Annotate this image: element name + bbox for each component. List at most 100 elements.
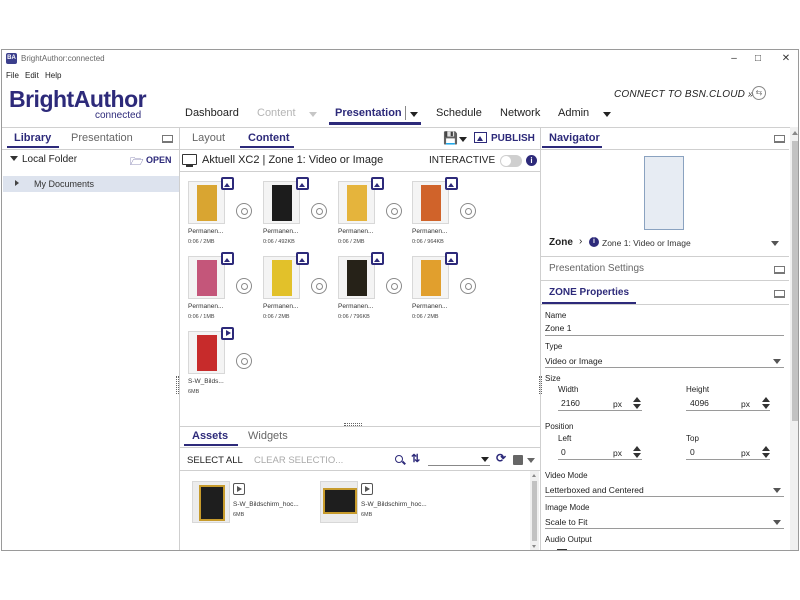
- content-thumbnail[interactable]: [263, 181, 300, 224]
- width-field[interactable]: 2160: [561, 398, 580, 408]
- tab-widgets[interactable]: Widgets: [248, 430, 288, 442]
- zone-properties-collapse-icon[interactable]: [774, 290, 785, 298]
- content-thumbnail[interactable]: [338, 256, 375, 299]
- close-icon[interactable]: ✕: [779, 52, 793, 66]
- image-mode-select[interactable]: Scale to Fit: [545, 517, 588, 527]
- type-dropdown-icon[interactable]: [773, 359, 781, 364]
- publish-icon[interactable]: [474, 132, 487, 143]
- menu-file[interactable]: File: [6, 71, 19, 80]
- tab-layout[interactable]: Layout: [192, 132, 225, 144]
- scroll-up-icon[interactable]: [532, 474, 536, 477]
- interactive-toggle[interactable]: [500, 155, 522, 167]
- right-scroll-thumb[interactable]: [792, 141, 798, 421]
- content-thumbnail[interactable]: [188, 256, 225, 299]
- image-mode-dropdown-icon[interactable]: [773, 520, 781, 525]
- zone-info-icon[interactable]: i: [589, 237, 599, 247]
- nav-presentation[interactable]: Presentation: [335, 107, 402, 119]
- chevron-right-icon[interactable]: [15, 180, 19, 186]
- left-stepper[interactable]: [633, 446, 641, 458]
- presentation-settings-header[interactable]: Presentation Settings: [549, 263, 644, 274]
- connect-bsn-link[interactable]: CONNECT TO BSN.CLOUD »: [614, 89, 754, 100]
- top-stepper[interactable]: [762, 446, 770, 458]
- tab-presentation[interactable]: Presentation: [71, 132, 133, 144]
- tree-item-my-documents[interactable]: My Documents: [3, 176, 179, 192]
- chevron-down-icon[interactable]: [10, 156, 18, 161]
- left-field[interactable]: 0: [561, 447, 566, 457]
- zone-select-value[interactable]: Zone 1: Video or Image: [602, 238, 691, 248]
- maximize-icon[interactable]: □: [751, 52, 765, 66]
- timeout-event-icon[interactable]: [236, 278, 252, 294]
- top-field-underline: [686, 459, 770, 460]
- thumbnail-name: Permanen...: [412, 228, 448, 235]
- tab-content[interactable]: Content: [248, 132, 290, 144]
- content-dropdown-icon[interactable]: [309, 112, 317, 117]
- zone-properties-header[interactable]: ZONE Properties: [549, 287, 629, 298]
- width-stepper[interactable]: [633, 397, 641, 409]
- presentation-settings-collapse-icon[interactable]: [774, 266, 785, 274]
- sort-dropdown-icon[interactable]: [481, 457, 489, 462]
- view-mode-icon[interactable]: [513, 455, 523, 465]
- name-field[interactable]: Zone 1: [545, 323, 571, 333]
- publish-button[interactable]: PUBLISH: [491, 133, 535, 144]
- right-panel-scrollbar[interactable]: [790, 127, 798, 550]
- folder-open-icon[interactable]: 🗁: [130, 153, 144, 172]
- tab-library[interactable]: Library: [14, 132, 51, 144]
- left-splitter-handle[interactable]: [176, 376, 179, 394]
- menu-edit[interactable]: Edit: [25, 71, 39, 80]
- video-mode-select[interactable]: Letterboxed and Centered: [545, 485, 644, 495]
- menu-help[interactable]: Help: [45, 71, 61, 80]
- clear-selection-button[interactable]: CLEAR SELECTIO...: [254, 455, 343, 466]
- select-all-button[interactable]: SELECT ALL: [187, 455, 243, 466]
- panel-collapse-icon[interactable]: [162, 135, 173, 143]
- audio-output-control[interactable]: [557, 549, 567, 550]
- top-field[interactable]: 0: [690, 447, 695, 457]
- content-thumbnail[interactable]: [263, 256, 300, 299]
- content-thumbnail[interactable]: [188, 331, 225, 374]
- save-dropdown-icon[interactable]: [459, 137, 467, 142]
- content-thumbnail[interactable]: [338, 181, 375, 224]
- timeout-event-icon[interactable]: [386, 203, 402, 219]
- minimize-icon[interactable]: –: [727, 52, 741, 66]
- zone-preview[interactable]: [644, 156, 684, 230]
- connection-status-icon[interactable]: ⇆: [752, 86, 766, 100]
- type-select[interactable]: Video or Image: [545, 356, 603, 366]
- nav-network[interactable]: Network: [500, 107, 540, 119]
- presentation-dropdown-icon[interactable]: [410, 112, 418, 117]
- video-mode-dropdown-icon[interactable]: [773, 488, 781, 493]
- timeout-event-icon[interactable]: [311, 203, 327, 219]
- timeout-event-icon[interactable]: [386, 278, 402, 294]
- asset-thumbnail[interactable]: [192, 481, 230, 523]
- nav-dashboard[interactable]: Dashboard: [185, 107, 239, 119]
- sort-icon[interactable]: ⇅: [411, 452, 420, 465]
- open-button[interactable]: OPEN: [146, 155, 172, 165]
- content-thumbnail[interactable]: [412, 256, 449, 299]
- height-stepper[interactable]: [762, 397, 770, 409]
- nav-content[interactable]: Content: [257, 107, 296, 119]
- height-field[interactable]: 4096: [690, 398, 709, 408]
- info-icon[interactable]: i: [526, 155, 537, 166]
- admin-dropdown-icon[interactable]: [603, 112, 611, 117]
- sort-select[interactable]: [428, 465, 490, 466]
- refresh-icon[interactable]: ⟳: [496, 451, 506, 465]
- asset-thumbnail[interactable]: [320, 481, 358, 523]
- nav-admin[interactable]: Admin: [558, 107, 589, 119]
- timeout-event-icon[interactable]: [311, 278, 327, 294]
- assets-scrollbar[interactable]: [530, 471, 539, 550]
- content-thumbnail[interactable]: [188, 181, 225, 224]
- navigator-collapse-icon[interactable]: [774, 135, 785, 143]
- timeout-event-icon[interactable]: [460, 278, 476, 294]
- view-mode-dropdown-icon[interactable]: [527, 458, 535, 463]
- tab-assets[interactable]: Assets: [192, 430, 228, 442]
- timeout-event-icon[interactable]: [460, 203, 476, 219]
- right-scroll-up-icon[interactable]: [792, 131, 798, 135]
- media-end-event-icon[interactable]: [236, 353, 252, 369]
- left-label: Left: [558, 434, 572, 443]
- video-mode-underline: [545, 496, 784, 497]
- nav-schedule[interactable]: Schedule: [436, 107, 482, 119]
- scroll-down-icon[interactable]: [532, 545, 536, 548]
- assets-scroll-thumb[interactable]: [532, 481, 537, 541]
- zone-select-dropdown-icon[interactable]: [771, 241, 779, 246]
- timeout-event-icon[interactable]: [236, 203, 252, 219]
- content-thumbnail[interactable]: [412, 181, 449, 224]
- save-icon[interactable]: 💾: [443, 131, 458, 145]
